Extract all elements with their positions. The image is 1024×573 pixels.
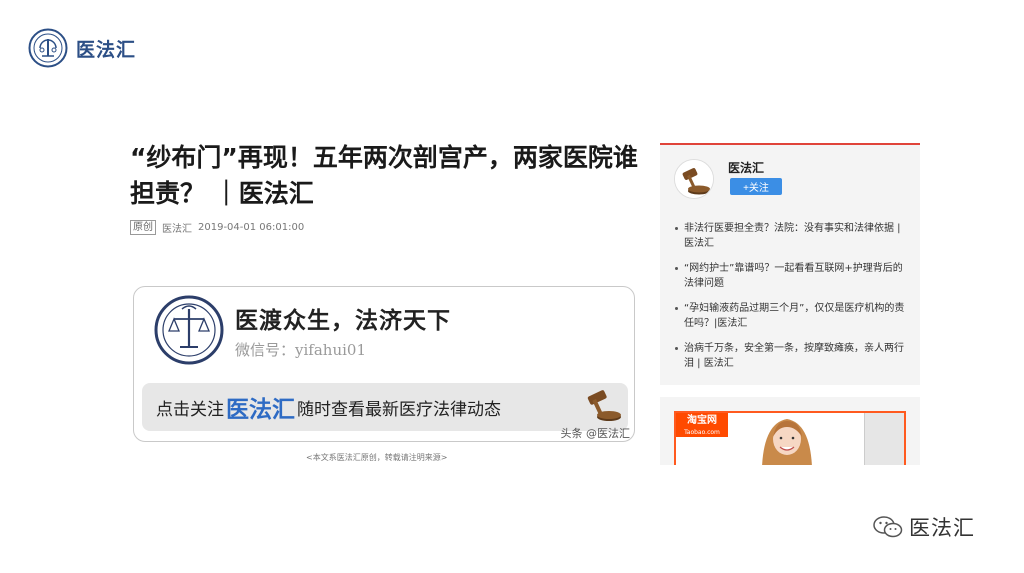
account-avatar[interactable] [674,159,714,199]
article-datetime: 2019-04-01 06:01:00 [198,222,305,233]
article-author[interactable]: 医法汇 [162,220,192,235]
ad-model-image [762,419,812,465]
cta-suffix: 随时查看最新医疗法律动态 [297,399,501,420]
article-meta: 原创 医法汇 2019-04-01 06:01:00 [130,220,304,235]
taobao-logo-text: 淘宝网 [687,415,717,426]
related-article-item[interactable]: 治病千万条，安全第一条，按摩致瘫痪，亲人两行泪 | 医法汇 [674,341,910,371]
related-articles-list: 非法行医要担全责？法院：没有事实和法律依据 | 医法汇 “网约护士”靠谱吗？一起… [674,221,910,381]
related-article-item[interactable]: 非法行医要担全责？法院：没有事实和法律依据 | 医法汇 [674,221,910,251]
gavel-seal-logo-icon [28,28,68,68]
wechat-id-label: 微信号： [235,341,296,359]
follow-call-to-action[interactable]: 点击关注 医法汇 随时查看最新医疗法律动态 [142,383,628,431]
wechat-account-name: 医法汇 [909,516,975,540]
sidebar-account-panel: 医法汇 +关注 非法行医要担全责？法院：没有事实和法律依据 | 医法汇 “网约护… [660,143,920,385]
wechat-id-value: yifahui01 [295,341,366,359]
taobao-ad[interactable]: 淘宝网 Taobao.com [660,397,920,465]
wechat-watermark: 医法汇 [873,512,975,542]
yifahui-seal-icon [154,295,224,365]
original-badge: 原创 [130,220,156,235]
toutiao-watermark: 头条 @医法汇 [560,427,631,440]
taobao-logo-sub: Taobao.com [684,429,720,436]
avatar-gavel-icon [675,160,713,198]
ad-side-thumbnail [864,413,904,465]
copyright-note: <本文系医法汇原创，转载请注明来源> [306,453,448,462]
related-article-item[interactable]: “孕妇输液药品过期三个月”，仅仅是医疗机构的责任吗？|医法汇 [674,301,910,331]
taobao-logo: 淘宝网 Taobao.com [676,413,728,437]
follow-button[interactable]: +关注 [730,178,782,195]
account-name[interactable]: 医法汇 [728,159,764,176]
brand-header: 医法汇 [28,28,136,68]
wechat-icon [873,516,903,538]
cta-highlight: 医法汇 [226,397,295,423]
cta-prefix: 点击关注 [156,399,224,420]
promo-wechat-id: 微信号：yifahui01 [235,339,366,360]
promo-slogan: 医渡众生，法济天下 [235,308,451,334]
gavel-icon [587,390,621,421]
follow-promo-card[interactable]: 医渡众生，法济天下 微信号：yifahui01 点击关注 医法汇 随时查看最新医… [133,286,635,442]
related-article-item[interactable]: “网约护士”靠谱吗？一起看看互联网+护理背后的法律问题 [674,261,910,291]
ad-banner[interactable]: 淘宝网 Taobao.com [674,411,906,465]
brand-name: 医法汇 [76,38,137,61]
article-title: “纱布门”再现！五年两次剖宫产，两家医院谁担责？ ｜医法汇 [130,143,638,208]
